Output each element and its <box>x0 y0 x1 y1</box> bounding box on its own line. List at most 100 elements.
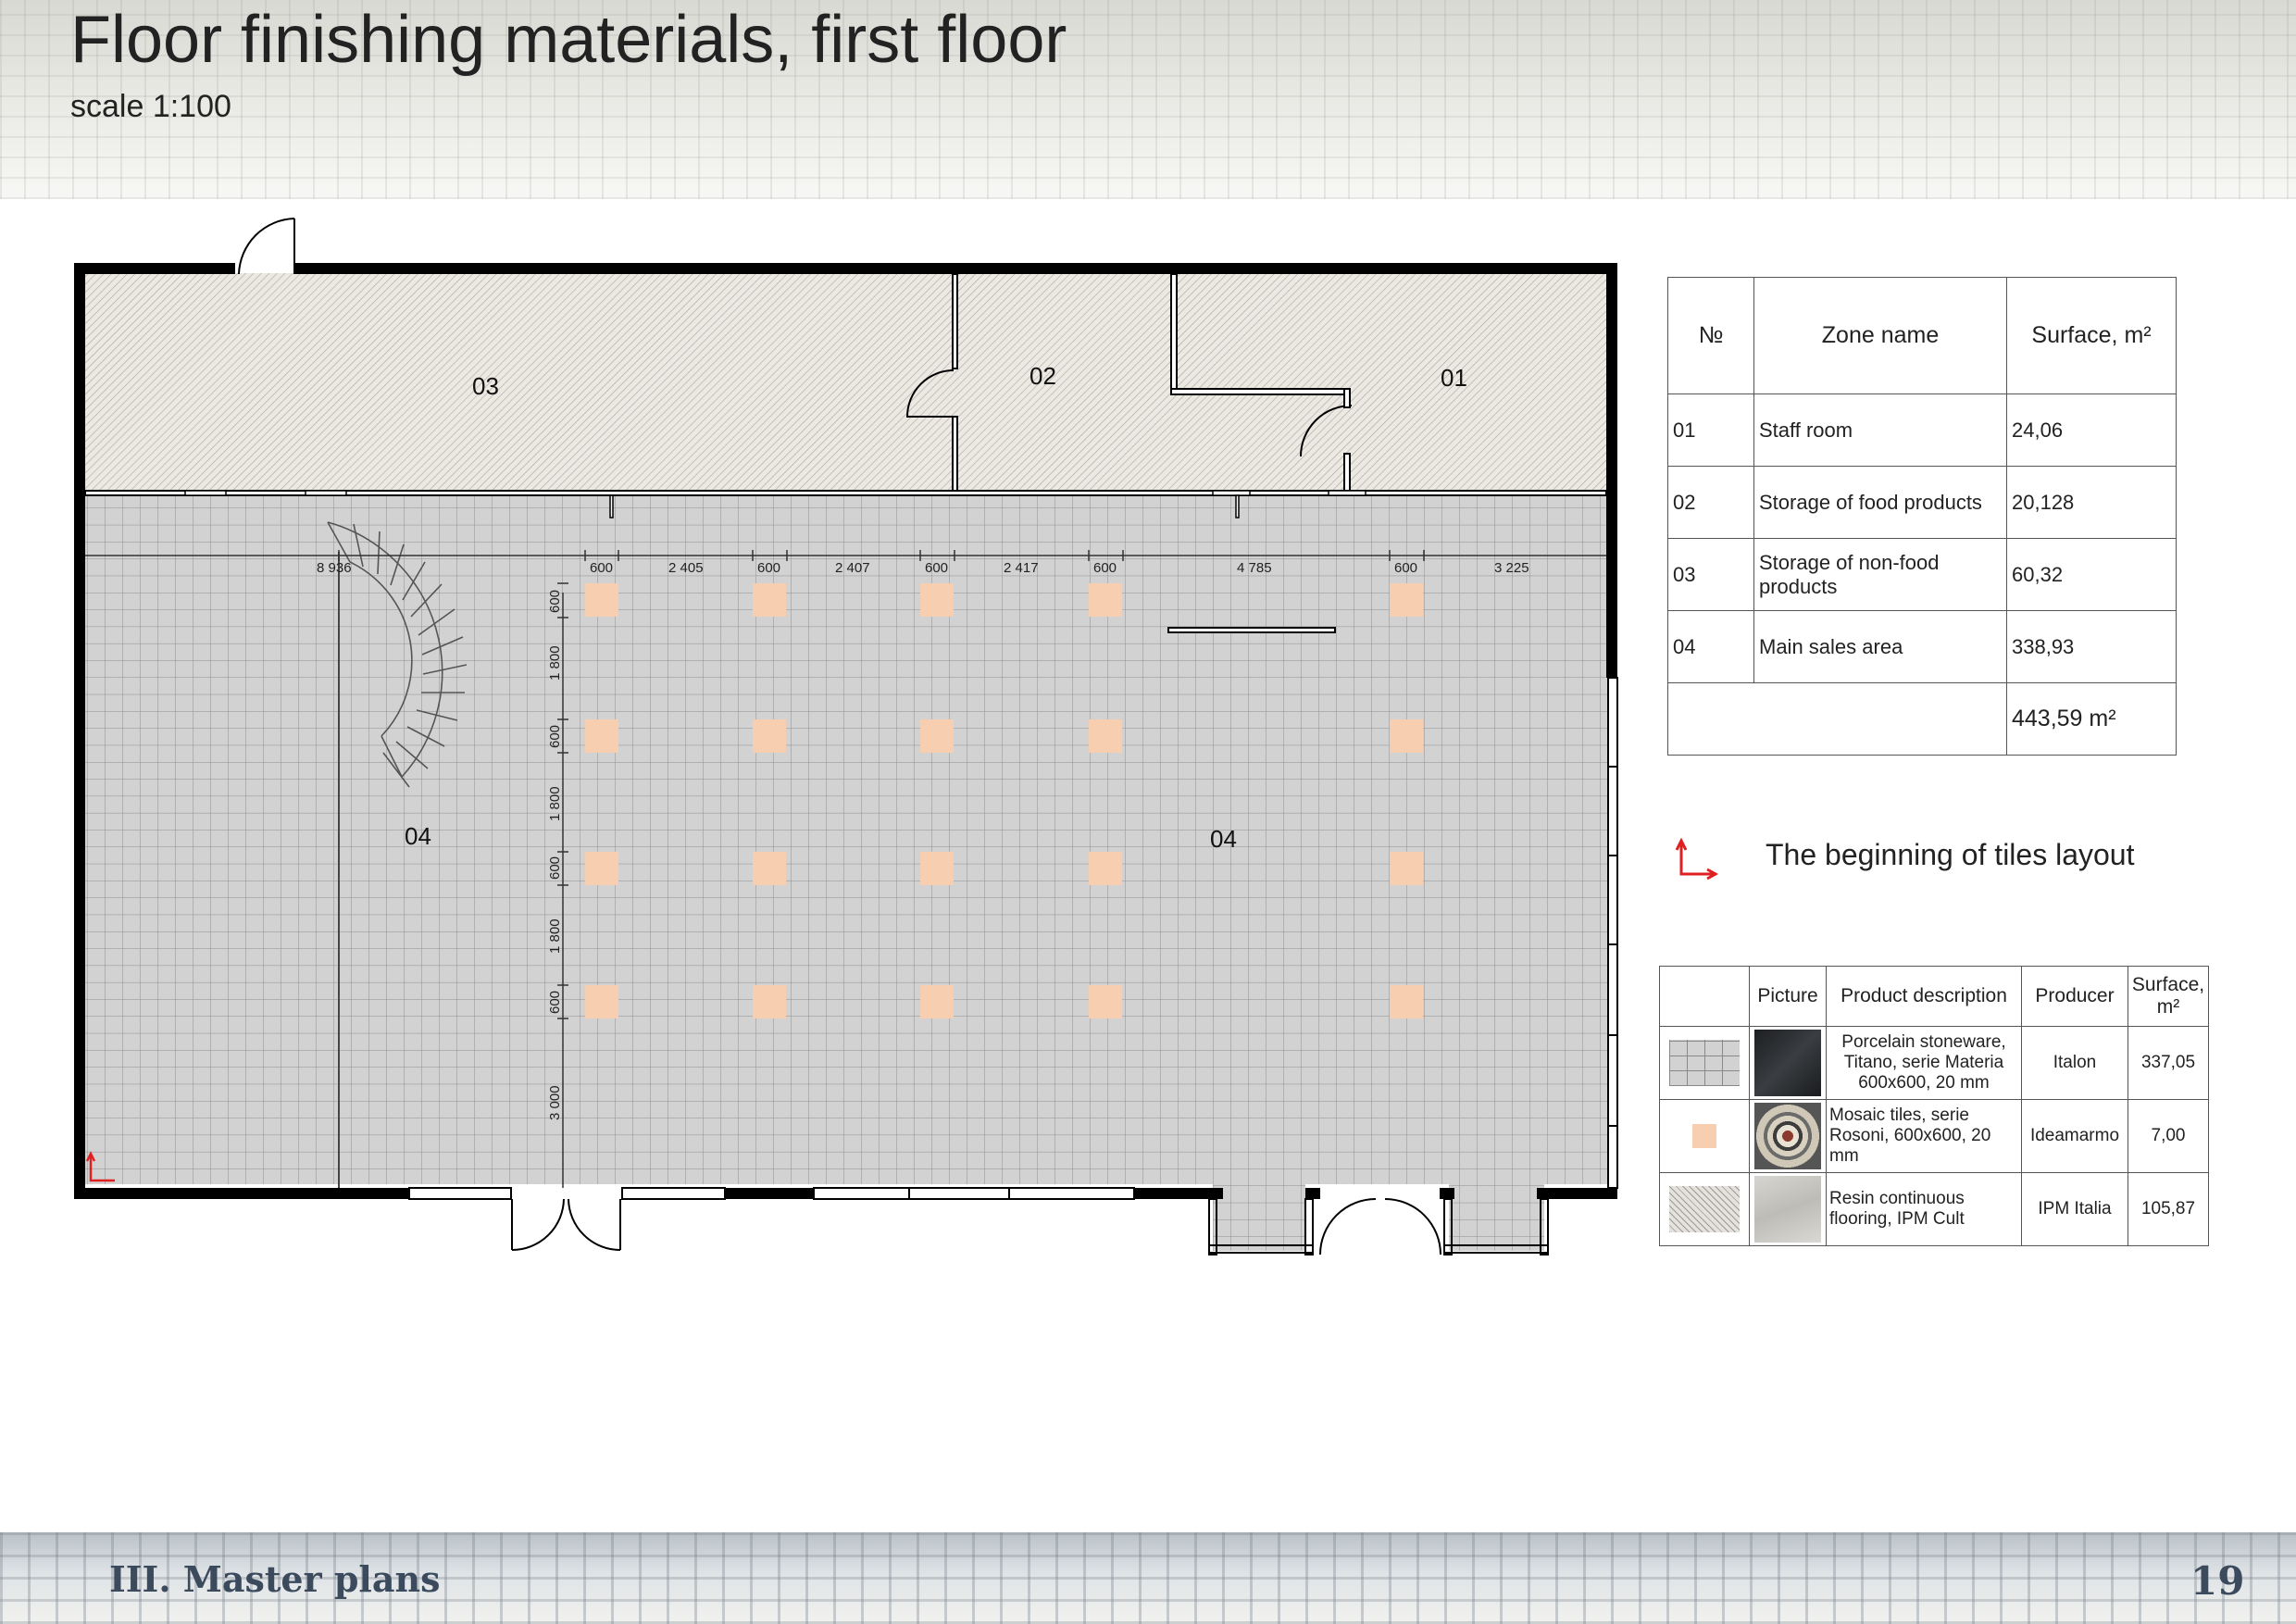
zone-name: Storage of food products <box>1753 466 2007 539</box>
dim-left-label: 600 <box>547 590 563 613</box>
mosaic-tile <box>920 719 954 753</box>
mosaic-tile <box>1089 985 1122 1018</box>
mosaic-tile <box>585 583 618 617</box>
col-header-picture: Picture <box>1749 966 1827 1027</box>
table-row: 03 Storage of non-food products 60,32 <box>1667 538 2177 611</box>
table-row: Porcelain stoneware, Titano, serie Mater… <box>1659 1026 2209 1100</box>
zone-surface: 20,128 <box>2006 466 2177 539</box>
dim-left-label: 600 <box>547 991 563 1014</box>
zone-label-03: 03 <box>472 372 499 400</box>
resin-floor-area <box>81 273 1609 493</box>
zone-name: Storage of non-food products <box>1753 538 2007 611</box>
mosaic-tile <box>1390 852 1423 885</box>
zone-no: 04 <box>1667 610 1754 683</box>
col-header-surface: Surface, m² <box>2128 966 2209 1027</box>
table-row: 01 Staff room 24,06 <box>1667 394 2177 467</box>
porcelain-picture <box>1754 1030 1821 1096</box>
zone-label-04-left: 04 <box>405 822 431 850</box>
zone-label-04-right: 04 <box>1210 825 1237 853</box>
material-surface: 337,05 <box>2128 1026 2209 1100</box>
material-description: Resin continuous flooring, IPM Cult <box>1826 1172 2022 1246</box>
mosaic-tile <box>753 719 786 753</box>
mosaic-tile <box>585 985 618 1018</box>
mosaic-tile <box>1089 583 1122 617</box>
table-row: 02 Storage of food products 20,128 <box>1667 466 2177 539</box>
mosaic-tile <box>585 719 618 753</box>
mosaic-picture <box>1754 1103 1821 1169</box>
entrance-left-floor <box>1213 1184 1305 1251</box>
mosaic-tile <box>1089 719 1122 753</box>
mosaic-tile <box>920 583 954 617</box>
mosaic-tile <box>1390 583 1423 617</box>
dim-top-label: 8 936 <box>317 560 352 576</box>
material-surface: 7,00 <box>2128 1099 2209 1173</box>
mosaic-tile <box>1390 985 1423 1018</box>
zone-label-01: 01 <box>1441 364 1467 392</box>
dim-top-label: 2 407 <box>835 560 870 576</box>
mosaic-tile <box>920 985 954 1018</box>
dim-top-label: 3 225 <box>1494 560 1529 576</box>
col-header-description: Product description <box>1826 966 2022 1027</box>
total-empty-cell <box>1667 682 2007 756</box>
dim-left-label: 600 <box>547 856 563 880</box>
picture-cell <box>1749 1026 1827 1100</box>
dim-left-label: 1 800 <box>547 645 563 681</box>
dim-top-label: 4 785 <box>1237 560 1272 576</box>
porcelain-floor-area <box>81 493 1609 1184</box>
mosaic-tile <box>1089 852 1122 885</box>
zone-surface: 24,06 <box>2006 394 2177 467</box>
materials-table: Picture Product description Producer Sur… <box>1659 966 2209 1246</box>
zone-surface: 338,93 <box>2006 610 2177 683</box>
col-header-no: № <box>1667 277 1754 394</box>
table-row: Mosaic tiles, serie Rosoni, 600x600, 20 … <box>1659 1099 2209 1173</box>
picture-cell <box>1749 1172 1827 1246</box>
col-header-surface: Surface, m² <box>2006 277 2177 394</box>
zone-label-02: 02 <box>1029 362 1056 390</box>
col-header-zone: Zone name <box>1753 277 2007 394</box>
zones-total: 443,59 m² <box>2006 682 2177 756</box>
zone-name: Staff room <box>1753 394 2007 467</box>
mosaic-swatch <box>1692 1124 1716 1148</box>
dim-left-label: 1 800 <box>547 918 563 954</box>
mosaic-tile <box>753 852 786 885</box>
zone-surface: 60,32 <box>2006 538 2177 611</box>
page-number: 19 <box>2190 1558 2245 1604</box>
porcelain-swatch <box>1669 1040 1740 1086</box>
dim-top-label: 2 417 <box>1004 560 1039 576</box>
zone-no: 01 <box>1667 394 1754 467</box>
mosaic-tile <box>585 852 618 885</box>
material-producer: Ideamarmo <box>2021 1099 2128 1173</box>
material-surface: 105,87 <box>2128 1172 2209 1246</box>
dim-left-label: 1 800 <box>547 786 563 821</box>
materials-table-header: Picture Product description Producer Sur… <box>1659 966 2209 1027</box>
resin-swatch <box>1669 1186 1740 1232</box>
legend-text: The beginning of tiles layout <box>1766 838 2135 871</box>
dim-left-label: 3 000 <box>547 1085 563 1120</box>
corner-arrow-icon <box>1675 837 1719 881</box>
swatch-cell <box>1659 1099 1750 1173</box>
swatch-cell <box>1659 1026 1750 1100</box>
zones-total-row: 443,59 m² <box>1667 682 2177 756</box>
col-header-swatch <box>1659 966 1750 1027</box>
swatch-cell <box>1659 1172 1750 1246</box>
zone-no: 03 <box>1667 538 1754 611</box>
dim-top-label: 600 <box>757 560 780 576</box>
picture-cell <box>1749 1099 1827 1173</box>
col-header-producer: Producer <box>2021 966 2128 1027</box>
material-description: Porcelain stoneware, Titano, serie Mater… <box>1826 1026 2022 1100</box>
zone-name: Main sales area <box>1753 610 2007 683</box>
zones-table: № Zone name Surface, m² 01 Staff room 24… <box>1667 277 2177 756</box>
dim-top-label: 600 <box>925 560 948 576</box>
footer-section-title: III. Master plans <box>109 1558 441 1600</box>
dim-left-label: 600 <box>547 725 563 748</box>
resin-picture <box>1754 1176 1821 1243</box>
material-producer: Italon <box>2021 1026 2128 1100</box>
mosaic-tile <box>1390 719 1423 753</box>
dim-top-label: 600 <box>1093 560 1117 576</box>
mosaic-tile <box>753 583 786 617</box>
mosaic-tile <box>753 985 786 1018</box>
table-row: 04 Main sales area 338,93 <box>1667 610 2177 683</box>
dim-top-label: 600 <box>1394 560 1417 576</box>
entrance-right-floor <box>1449 1184 1544 1251</box>
zones-table-header: № Zone name Surface, m² <box>1667 277 2177 394</box>
